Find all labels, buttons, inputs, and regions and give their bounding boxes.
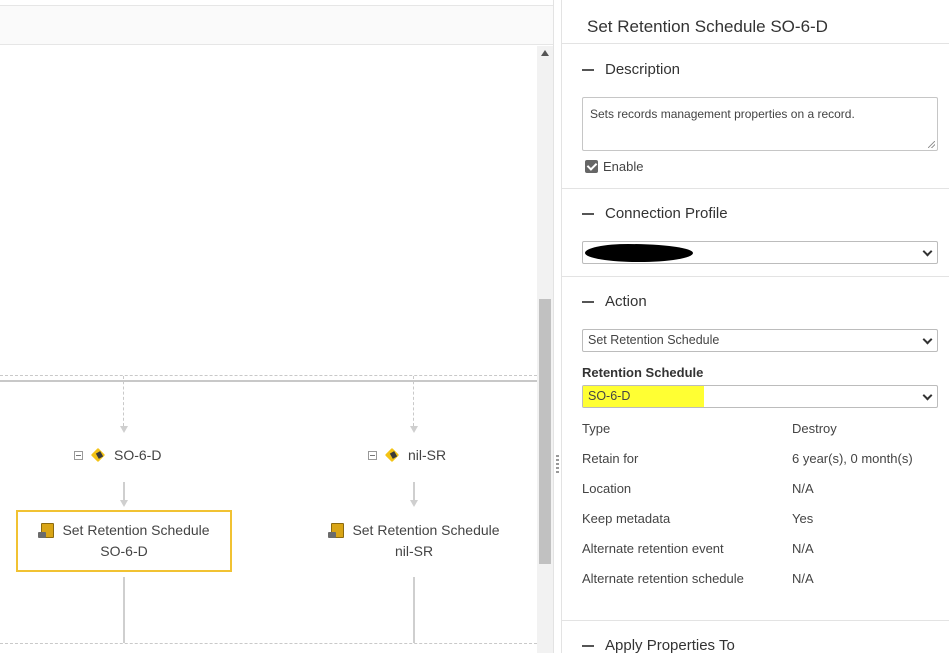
retention-schedule-select[interactable]: SO-6-D xyxy=(582,385,938,408)
retention-schedule-label: Retention Schedule xyxy=(582,365,704,380)
canvas-toolbar xyxy=(0,5,553,45)
connector-line xyxy=(123,376,124,426)
drag-handle-icon[interactable] xyxy=(556,455,559,473)
dashed-rail-top xyxy=(0,375,537,376)
section-heading: Action xyxy=(605,293,647,310)
property-key: Alternate retention event xyxy=(582,541,724,556)
divider xyxy=(562,276,949,277)
branch-label: nil-SR xyxy=(408,447,447,463)
flow-divider xyxy=(0,380,537,382)
panel-splitter[interactable] xyxy=(553,0,562,653)
property-value: 6 year(s), 0 month(s) xyxy=(792,451,913,466)
resize-handle-icon[interactable] xyxy=(928,141,935,148)
node-set-retention-schedule-nil-sr[interactable]: Set Retention Schedule nil-SR xyxy=(306,510,522,572)
connector-arrow xyxy=(120,426,128,433)
connector-line xyxy=(413,577,415,643)
property-key: Alternate retention schedule xyxy=(582,571,744,586)
panel-title: Set Retention Schedule SO-6-D xyxy=(587,17,828,36)
retention-tag-icon xyxy=(91,448,106,463)
dashed-rail-bottom xyxy=(0,643,537,644)
connector-line xyxy=(123,482,125,500)
connector-line xyxy=(413,482,415,500)
flow-diagram: SO-6-D nil-SR Set Retention Schedule SO-… xyxy=(0,46,537,653)
set-retention-schedule-icon xyxy=(328,522,345,539)
enable-label: Enable xyxy=(603,159,644,174)
collapse-icon[interactable] xyxy=(74,450,83,460)
node-subtitle: SO-6-D xyxy=(100,543,148,559)
description-textarea[interactable]: Sets records management properties on a … xyxy=(582,97,938,151)
node-title: Set Retention Schedule xyxy=(62,522,210,538)
action-select-value: Set Retention Schedule xyxy=(588,333,720,347)
property-value: N/A xyxy=(792,541,814,556)
scrollbar-thumb[interactable] xyxy=(539,299,551,564)
property-key: Keep metadata xyxy=(582,511,671,526)
section-action-toggle[interactable]: Action xyxy=(582,293,647,310)
section-heading: Connection Profile xyxy=(605,205,728,222)
property-key: Location xyxy=(582,481,632,496)
divider xyxy=(562,620,949,621)
retention-tag-icon xyxy=(385,448,400,463)
redacted-value xyxy=(585,244,693,262)
enable-checkbox[interactable] xyxy=(585,160,598,173)
properties-panel: Set Retention Schedule SO-6-D Descriptio… xyxy=(562,0,949,653)
node-title: Set Retention Schedule xyxy=(352,522,500,538)
property-key: Retain for xyxy=(582,451,639,466)
enable-checkbox-row[interactable]: Enable xyxy=(585,159,643,174)
divider xyxy=(562,188,949,189)
node-subtitle: nil-SR xyxy=(394,543,434,559)
collapse-icon[interactable] xyxy=(368,450,377,460)
section-heading: Apply Properties To xyxy=(605,637,735,653)
section-heading: Description xyxy=(605,61,681,78)
collapse-minus-icon[interactable] xyxy=(582,644,594,647)
section-description-toggle[interactable]: Description xyxy=(582,61,680,78)
property-value: N/A xyxy=(792,571,814,586)
connector-line xyxy=(123,577,125,643)
scroll-up-arrow-icon[interactable] xyxy=(541,50,549,56)
chevron-down-icon xyxy=(922,334,933,345)
retention-schedule-value: SO-6-D xyxy=(588,389,631,403)
section-connection-profile-toggle[interactable]: Connection Profile xyxy=(582,205,728,222)
property-value: Destroy xyxy=(792,421,837,436)
canvas-scrollbar[interactable] xyxy=(537,46,553,653)
divider xyxy=(562,43,949,44)
chevron-down-icon xyxy=(922,246,933,257)
description-text: Sets records management properties on a … xyxy=(590,107,855,121)
property-value: N/A xyxy=(792,481,814,496)
action-select[interactable]: Set Retention Schedule xyxy=(582,329,938,352)
property-key: Type xyxy=(582,421,611,436)
collapse-minus-icon[interactable] xyxy=(582,68,594,71)
chevron-down-icon xyxy=(922,390,933,401)
connection-profile-select[interactable] xyxy=(582,241,938,264)
node-set-retention-schedule-so-6-d[interactable]: Set Retention Schedule SO-6-D xyxy=(16,510,232,572)
workflow-canvas: SO-6-D nil-SR Set Retention Schedule SO-… xyxy=(0,0,553,653)
connector-arrow xyxy=(120,500,128,507)
collapse-minus-icon[interactable] xyxy=(582,212,594,215)
connector-arrow xyxy=(410,426,418,433)
branch-label: SO-6-D xyxy=(114,447,162,463)
section-apply-properties-toggle[interactable]: Apply Properties To xyxy=(582,637,735,653)
connector-arrow xyxy=(410,500,418,507)
collapse-minus-icon[interactable] xyxy=(582,300,594,303)
property-value: Yes xyxy=(792,511,814,526)
set-retention-schedule-icon xyxy=(38,522,55,539)
connector-line xyxy=(413,376,414,426)
branch-so-6-d[interactable]: SO-6-D xyxy=(74,447,161,463)
branch-nil-sr[interactable]: nil-SR xyxy=(368,447,446,463)
